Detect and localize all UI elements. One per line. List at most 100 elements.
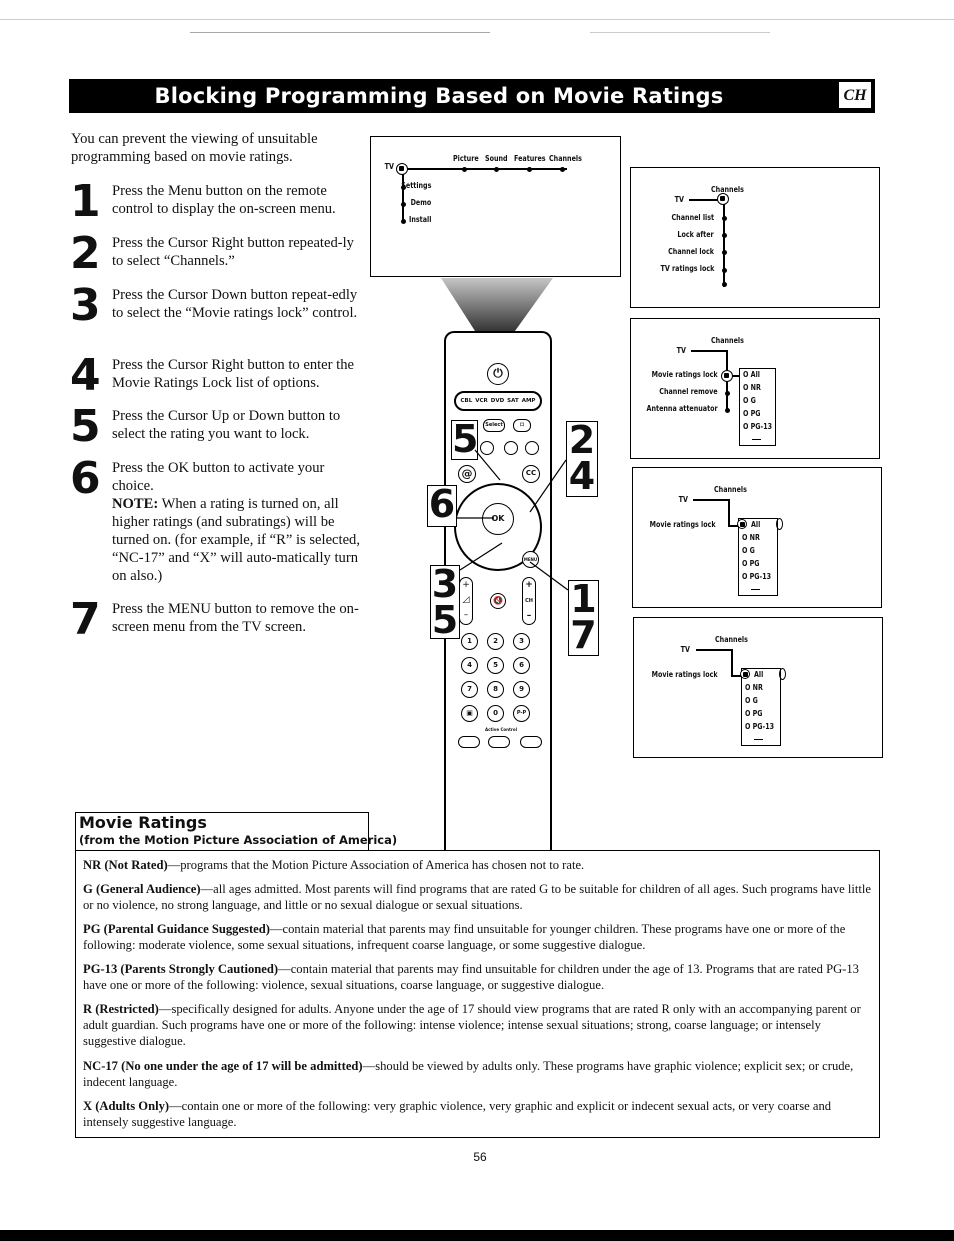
stop-button[interactable] [480,441,494,455]
menu-header-channels: Channels [711,336,744,345]
menu-item-channel-lock: Channel lock [668,247,714,256]
menu-line [407,168,567,170]
cursor-icon [740,669,750,679]
key-7[interactable]: 7 [461,681,478,698]
screen-movie-ratings-select-2: Channels TV Movie ratings lock All O NR … [633,617,883,758]
rating-label: X (Adults Only) [83,1099,170,1113]
rating-label: G (General Audience) [83,882,201,896]
option-all[interactable]: All [751,520,760,529]
source-vcr[interactable]: VCR [475,398,488,404]
ratings-option-list: All O NR O G O PG O PG-13 [737,518,778,596]
rating-label: NR (Not Rated) [83,858,168,872]
source-cbl[interactable]: CBL [461,398,473,404]
option-g[interactable]: O G [742,546,755,555]
menu-dot [401,185,406,190]
more-indicator [751,589,760,591]
key-0[interactable]: 0 [487,705,504,722]
rating-description: —programs that the Motion Picture Associ… [167,858,585,872]
menu-root-label: TV [674,195,684,204]
source-dvd[interactable]: DVD [491,398,504,404]
menu-dot [722,250,727,255]
menu-button[interactable]: MENU [522,551,539,568]
source-amp[interactable]: AMP [522,398,536,404]
ratings-header: Movie Ratings (from the Motion Picture A… [75,812,397,851]
play-button[interactable] [504,441,518,455]
ratings-title: Movie Ratings [79,813,207,832]
menu-root-label: TV [680,645,690,654]
power-button[interactable]: ⏻ [487,363,509,385]
scan-artifact [190,32,490,33]
select-button[interactable]: Select [483,419,505,432]
ok-button[interactable]: OK [482,503,514,535]
picture-format-button[interactable] [458,736,480,748]
key-6[interactable]: 6 [513,657,530,674]
step-number: 6 [70,453,101,504]
step-number: 3 [70,280,101,331]
menu-item-install: Install [408,215,431,224]
option-nr[interactable]: O NR [745,683,763,692]
option-nr[interactable]: O NR [742,533,760,542]
volume-rocker[interactable]: + ◿ – [459,577,473,625]
option-nr[interactable]: O NR [743,383,761,392]
menu-dot [725,391,730,396]
scan-artifact [590,32,770,33]
menu-header-channels: Channels [715,635,748,644]
menu-header-channels: Channels [711,185,744,194]
rating-nc17: NC-17 (No one under the age of 17 will b… [83,1058,871,1090]
record-button[interactable]: ⌑ [513,419,531,432]
option-pg13[interactable]: O PG-13 [745,722,774,731]
rating-pg: PG (Parental Guidance Suggested)—contain… [83,921,871,953]
key-5[interactable]: 5 [487,657,504,674]
smart-button[interactable]: @ [458,465,476,483]
menu-item-channel-remove: Channel remove [659,387,718,396]
key-2[interactable]: 2 [487,633,504,650]
channel-rocker[interactable]: + CH – [522,577,536,625]
option-all[interactable]: All [754,670,763,679]
callout-steps-1-7: 1 7 [568,580,599,656]
menu-line [696,649,732,651]
mute-button[interactable]: 🔇 [490,593,506,609]
step-text: Press the Menu button on the remote cont… [112,183,336,217]
cc-button[interactable]: CC [522,465,540,483]
intro-text: You can prevent the viewing of unsuitabl… [71,131,318,165]
menu-item-sound: Sound [485,154,508,163]
remote-control: ⏻ CBL VCR DVD SAT AMP Select ⌑ @ CC OK M… [444,331,552,851]
option-all[interactable]: O All [743,370,760,379]
step-text: Press the MENU button to remove the on-s… [112,601,359,635]
step-text: Press the Cursor Down button repeat-edly… [112,287,358,321]
menu-dot [722,233,727,238]
key-4[interactable]: 4 [461,657,478,674]
callout-step-6: 6 [427,482,457,527]
step-number: 1 [70,176,101,227]
step-text: Press the Cursor Right button repeated-l… [112,235,354,269]
source-sat[interactable]: SAT [507,398,519,404]
forward-button[interactable] [525,441,539,455]
option-pg13[interactable]: O PG-13 [742,572,771,581]
menu-item-antenna-attenuator: Antenna attenuator [646,404,718,413]
rating-description: —contain one or more of the following: v… [83,1099,832,1129]
key-info[interactable]: ▣ [461,705,478,722]
option-pg13[interactable]: O PG-13 [743,422,772,431]
key-1[interactable]: 1 [461,633,478,650]
option-g[interactable]: O G [745,696,758,705]
option-pg[interactable]: O PG [745,709,763,718]
key-8[interactable]: 8 [487,681,504,698]
scan-artifact [0,19,954,20]
step-text: Press the Cursor Up or Down button to se… [112,408,341,442]
screen-channels-menu: Channels TV Channel list Lock after Chan… [630,167,880,308]
rating-nr: NR (Not Rated)—programs that the Motion … [83,857,871,873]
key-pp[interactable]: P-P [513,705,530,722]
option-pg[interactable]: O PG [742,559,760,568]
step-number: 4 [70,350,101,401]
step-number: 2 [70,228,101,279]
key-3[interactable]: 3 [513,633,530,650]
active-control-button[interactable] [520,736,542,748]
menu-item-channels: Channels [549,154,582,163]
rating-description: —specifically designed for adults. Anyon… [83,1002,861,1048]
option-g[interactable]: O G [743,396,756,405]
option-pg[interactable]: O PG [743,409,761,418]
menu-dot [722,268,727,273]
sound-format-button[interactable] [488,736,510,748]
step-text: Press the OK button to activate your cho… [112,459,362,585]
key-9[interactable]: 9 [513,681,530,698]
